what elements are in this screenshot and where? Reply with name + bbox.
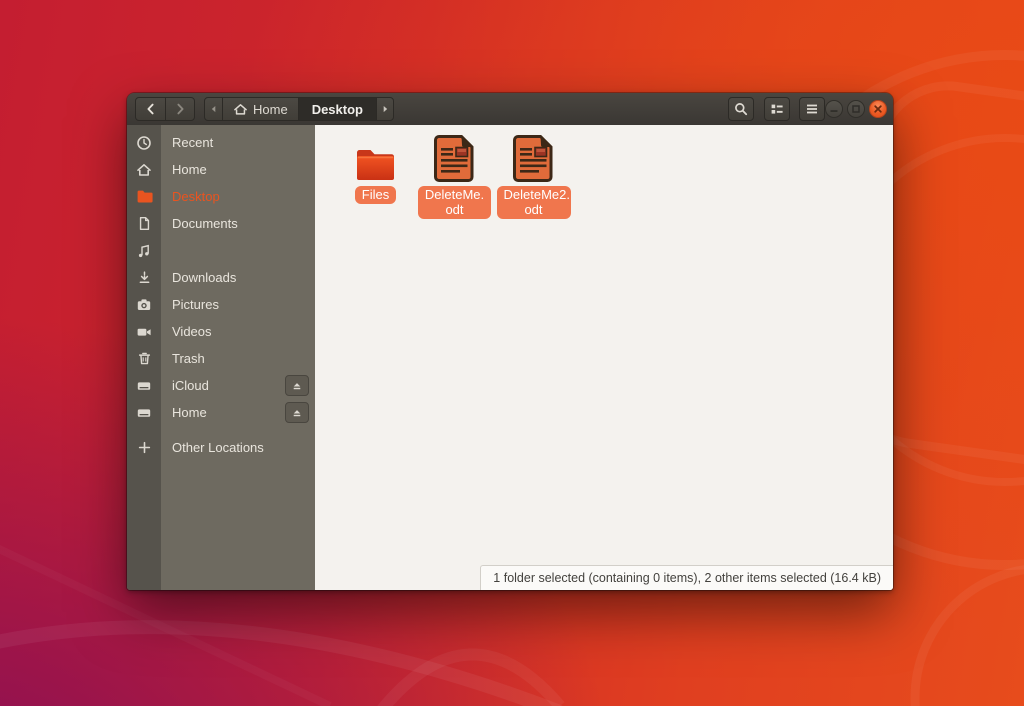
sidebar-item-pictures[interactable]: Pictures <box>127 291 315 318</box>
hard-drive-icon <box>136 378 152 394</box>
file-item-deleteme-odt[interactable]: DeleteMe.odt <box>415 133 494 219</box>
document-icon <box>137 216 152 231</box>
icon-view-icon <box>769 101 785 117</box>
file-view[interactable]: Files <box>315 125 893 590</box>
maximize-button[interactable] <box>847 100 865 118</box>
sidebar-item-label: Trash <box>172 351 205 366</box>
sidebar-item-label: Videos <box>172 324 212 339</box>
forward-button[interactable] <box>165 98 194 120</box>
chevron-left-icon <box>143 101 159 117</box>
download-arrow-icon <box>137 270 152 285</box>
file-item-files-folder[interactable]: Files <box>336 133 415 204</box>
clock-icon <box>136 135 152 151</box>
home-icon <box>233 102 248 117</box>
search-icon <box>733 101 749 117</box>
breadcrumb-next-button[interactable] <box>376 98 393 120</box>
chevron-right-icon <box>172 101 188 117</box>
plus-icon <box>137 440 152 455</box>
breadcrumb-desktop-label: Desktop <box>312 102 363 117</box>
titlebar[interactable]: Home Desktop <box>127 93 893 126</box>
path-bar: Home Desktop <box>204 97 394 121</box>
house-icon <box>136 162 152 178</box>
eject-button[interactable] <box>285 375 309 396</box>
sidebar-item-trash[interactable]: Trash <box>127 345 315 372</box>
sidebar-item-recent[interactable]: Recent <box>127 129 315 156</box>
triangle-right-icon <box>378 102 392 116</box>
desktop-background: Home Desktop <box>0 0 1024 706</box>
eject-button[interactable] <box>285 402 309 423</box>
sidebar-item-label: Desktop <box>172 189 220 204</box>
breadcrumb-parent-button[interactable] <box>205 98 222 120</box>
sidebar-item-home[interactable]: Home <box>127 156 315 183</box>
sidebar-item-downloads[interactable]: Downloads <box>127 264 315 291</box>
file-label: Files <box>355 186 396 204</box>
hard-drive-icon <box>136 405 152 421</box>
eject-icon <box>291 407 303 419</box>
breadcrumb-desktop[interactable]: Desktop <box>298 98 376 120</box>
minimize-button[interactable] <box>825 100 843 118</box>
breadcrumb-home[interactable]: Home <box>222 98 298 120</box>
minimize-icon <box>828 103 840 115</box>
status-text: 1 folder selected (containing 0 items), … <box>493 571 881 585</box>
folder-icon <box>136 188 153 205</box>
maximize-icon <box>850 103 862 115</box>
sidebar-item-label: iCloud <box>172 378 209 393</box>
status-bar: 1 folder selected (containing 0 items), … <box>480 565 893 590</box>
sidebar-item-music[interactable] <box>127 237 315 264</box>
music-notes-icon <box>136 243 152 259</box>
sidebar-item-home-drive[interactable]: Home <box>127 399 315 426</box>
camera-icon <box>136 297 152 313</box>
search-button[interactable] <box>728 97 754 121</box>
sidebar-item-label: Home <box>172 405 207 420</box>
sidebar-item-videos[interactable]: Videos <box>127 318 315 345</box>
file-label: DeleteMe.odt <box>418 186 491 219</box>
eject-icon <box>291 380 303 392</box>
hamburger-menu-icon <box>804 101 820 117</box>
sidebar-item-label: Recent <box>172 135 213 150</box>
back-button[interactable] <box>136 98 165 120</box>
sidebar-item-documents[interactable]: Documents <box>127 210 315 237</box>
sidebar-item-icloud[interactable]: iCloud <box>127 372 315 399</box>
folder-icon <box>354 145 398 183</box>
sidebar-item-label: Downloads <box>172 270 236 285</box>
file-label: DeleteMe2.odt <box>497 186 571 219</box>
close-icon <box>872 103 884 115</box>
sidebar-item-other-locations[interactable]: Other Locations <box>127 434 315 461</box>
breadcrumb-home-label: Home <box>253 102 288 117</box>
file-manager-window: Home Desktop <box>127 93 893 590</box>
view-toggle-button[interactable] <box>764 97 790 121</box>
camcorder-icon <box>136 324 152 340</box>
odt-document-icon <box>511 134 556 183</box>
trash-can-icon <box>137 351 152 366</box>
close-button[interactable] <box>869 100 887 118</box>
triangle-left-icon <box>207 102 221 116</box>
menu-button[interactable] <box>799 97 825 121</box>
odt-document-icon <box>432 134 477 183</box>
nav-button-group <box>135 97 195 121</box>
sidebar-item-label: Pictures <box>172 297 219 312</box>
sidebar-item-desktop[interactable]: Desktop <box>127 183 315 210</box>
sidebar-item-label: Home <box>172 162 207 177</box>
sidebar-item-label: Other Locations <box>172 440 264 455</box>
file-item-deleteme2-odt[interactable]: DeleteMe2.odt <box>494 133 573 219</box>
sidebar: Recent Home Desktop <box>127 125 315 590</box>
sidebar-item-label: Documents <box>172 216 238 231</box>
